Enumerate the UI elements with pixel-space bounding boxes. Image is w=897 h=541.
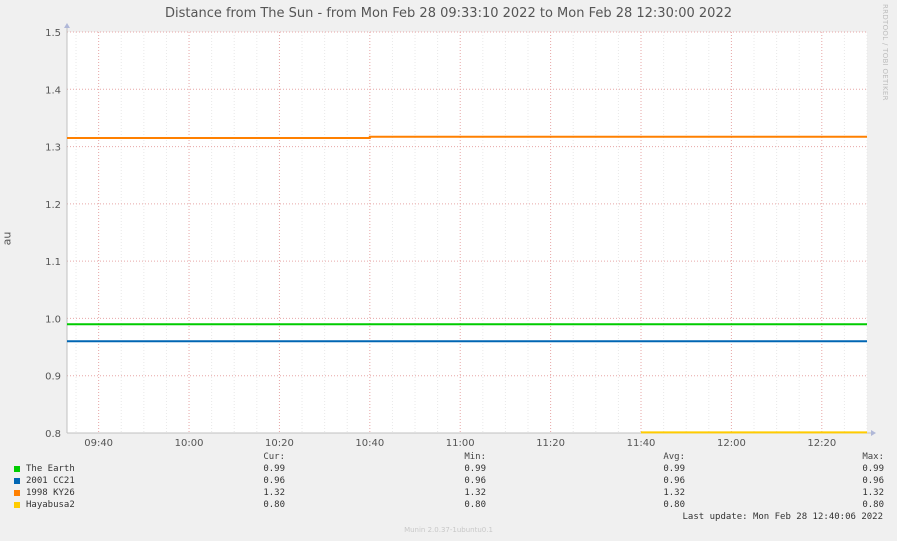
y-tick-label: 0.9 xyxy=(45,372,61,383)
legend-max: 0.96 xyxy=(862,476,884,486)
legend-avg: 0.80 xyxy=(663,500,685,510)
y-tick-label: 1.4 xyxy=(45,85,61,96)
legend-row-1998-ky26: 1998 KY26 1.32 1.32 1.32 1.32 xyxy=(14,488,888,500)
legend-row-2001-cc21: 2001 CC21 0.96 0.96 0.96 0.96 xyxy=(14,476,888,488)
y-tick-label: 0.8 xyxy=(45,429,61,440)
legend-min: 0.99 xyxy=(464,464,486,474)
y-tick-label: 1.0 xyxy=(45,314,61,325)
x-tick-label: 11:40 xyxy=(627,438,656,449)
x-tick-label: 10:40 xyxy=(355,438,384,449)
legend-max: 0.99 xyxy=(862,464,884,474)
legend-name: The Earth xyxy=(26,464,75,474)
legend-min: 0.96 xyxy=(464,476,486,486)
x-tick-label: 11:20 xyxy=(536,438,565,449)
legend-swatch xyxy=(14,466,20,472)
legend-cur: 0.96 xyxy=(263,476,285,486)
legend-header-min: Min: xyxy=(464,452,486,462)
munin-version-footer: Munin 2.0.37-1ubuntu0.1 xyxy=(404,526,493,534)
legend-row-the-earth: The Earth 0.99 0.99 0.99 0.99 xyxy=(14,464,888,476)
legend-swatch xyxy=(14,502,20,508)
legend-name: 2001 CC21 xyxy=(26,476,75,486)
plot-area xyxy=(67,32,867,433)
legend-cur: 0.80 xyxy=(263,500,285,510)
legend-max: 1.32 xyxy=(862,488,884,498)
legend-name: Hayabusa2 xyxy=(26,500,75,510)
y-tick-label: 1.1 xyxy=(45,257,61,268)
x-axis-arrow xyxy=(871,430,876,436)
legend-max: 0.80 xyxy=(862,500,884,510)
y-tick-label: 1.3 xyxy=(45,143,61,154)
legend-header: Cur: Min: Avg: Max: xyxy=(14,452,888,464)
legend-cur: 1.32 xyxy=(263,488,285,498)
x-tick-label: 11:00 xyxy=(446,438,475,449)
x-tick-label: 09:40 xyxy=(84,438,113,449)
y-axis-arrow xyxy=(64,23,70,28)
legend-avg: 0.99 xyxy=(663,464,685,474)
y-tick-label: 1.5 xyxy=(45,28,61,39)
legend-avg: 0.96 xyxy=(663,476,685,486)
x-tick-label: 10:00 xyxy=(175,438,204,449)
legend-header-max: Max: xyxy=(862,452,884,462)
legend-min: 1.32 xyxy=(464,488,486,498)
legend-swatch xyxy=(14,478,20,484)
chart-plot: 1.5 1.4 1.3 1.2 1.1 1.0 0.9 0.8 09:40 10:00 10:20 1… xyxy=(45,23,876,449)
legend-cur: 0.99 xyxy=(263,464,285,474)
legend-row-hayabusa2: Hayabusa2 0.80 0.80 0.80 0.80 xyxy=(14,500,888,512)
legend-swatch xyxy=(14,490,20,496)
legend-name: 1998 KY26 xyxy=(26,488,75,498)
last-update: Last update: Mon Feb 28 12:40:06 2022 xyxy=(682,512,883,522)
legend: Cur: Min: Avg: Max: The Earth 0.99 0.99 … xyxy=(14,452,888,512)
x-tick-label: 10:20 xyxy=(265,438,294,449)
legend-header-cur: Cur: xyxy=(263,452,285,462)
x-tick-label: 12:00 xyxy=(717,438,746,449)
x-tick-label: 12:20 xyxy=(807,438,836,449)
legend-min: 0.80 xyxy=(464,500,486,510)
legend-avg: 1.32 xyxy=(663,488,685,498)
y-tick-label: 1.2 xyxy=(45,200,61,211)
legend-header-avg: Avg: xyxy=(663,452,685,462)
